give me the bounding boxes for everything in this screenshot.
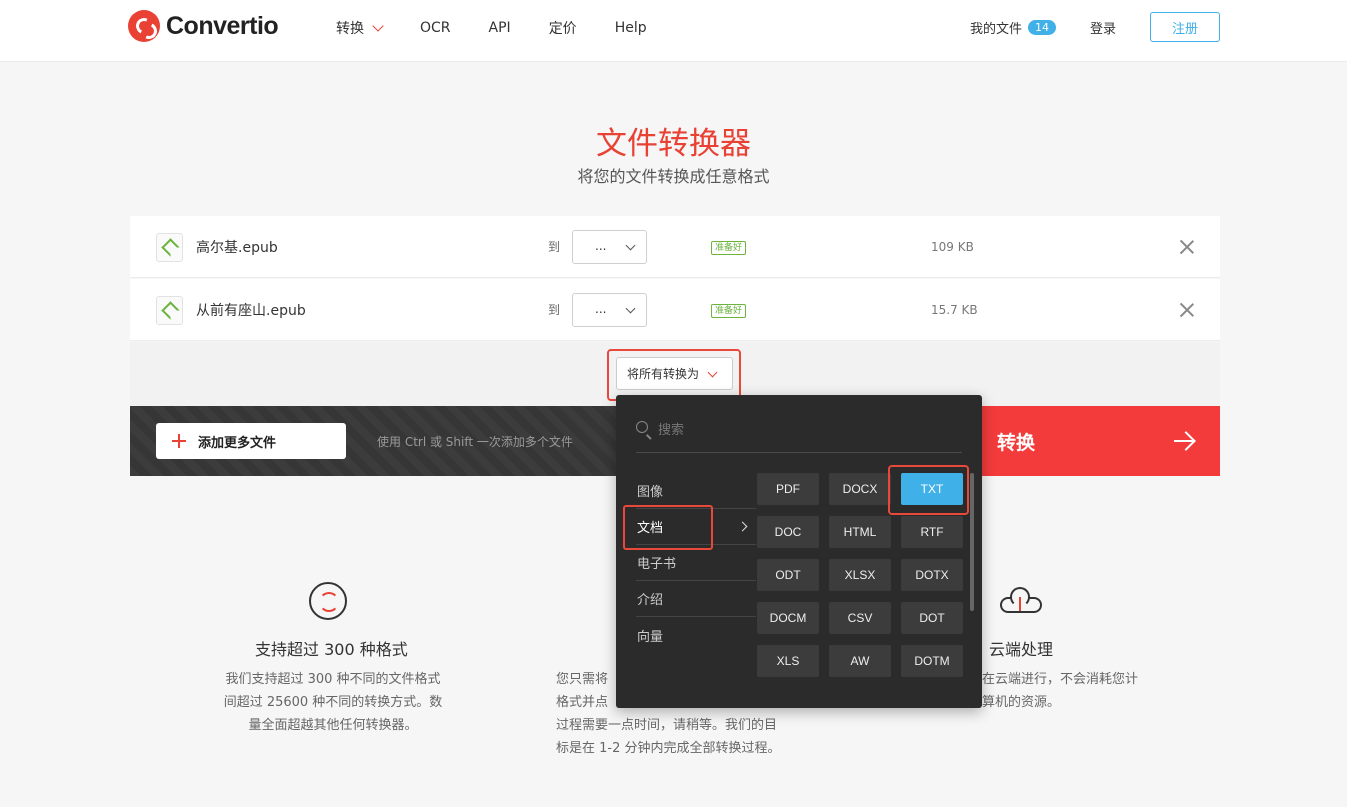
category-list: 图像 文档 电子书 介绍 向量 (636, 473, 756, 653)
status-badge: 准备好 (711, 241, 747, 255)
feature-text-cloud: 在云端进行，不会消耗您计 算机的资源。 (982, 668, 1152, 714)
nav-convert-label: 转换 (336, 21, 364, 37)
feature-line: 标是在 1-2 分钟内完成全部转换过程。 (556, 741, 781, 756)
nav-convert[interactable]: 转换 (336, 18, 384, 38)
cloud-upload-icon (1000, 587, 1042, 615)
my-files-link[interactable]: 我的文件 14 (970, 18, 1056, 37)
category-label: 图像 (637, 485, 664, 500)
convertio-logo-icon (128, 10, 160, 42)
format-option-xls[interactable]: XLS (757, 645, 819, 677)
remove-file-close-icon[interactable] (1178, 238, 1196, 256)
category-image[interactable]: 图像 (636, 473, 756, 509)
chevron-right-icon (737, 521, 748, 532)
highlight-box-convert-all (607, 349, 741, 401)
login-link[interactable]: 登录 (1090, 18, 1116, 37)
plus-icon (172, 434, 186, 448)
chevron-down-icon (372, 20, 384, 32)
format-option-rtf[interactable]: RTF (901, 516, 963, 548)
search-placeholder: 搜索 (658, 423, 685, 438)
format-option-dot[interactable]: DOT (901, 602, 963, 634)
format-option-docx[interactable]: DOCX (829, 473, 891, 505)
feature-line: 在云端进行，不会消耗您计 (982, 672, 1139, 687)
feature-line: 量全面超越其他任何转换器。 (248, 718, 418, 733)
page-subtitle: 将您的文件转换成任意格式 (577, 167, 770, 186)
cloud-arrow (1019, 597, 1021, 611)
format-option-xlsx[interactable]: XLSX (829, 559, 891, 591)
category-ebook[interactable]: 电子书 (636, 545, 756, 581)
nav-help[interactable]: Help (615, 18, 647, 38)
nav-help-label: Help (614, 20, 647, 36)
category-presentation[interactable]: 介绍 (636, 581, 756, 617)
file-size: 15.7 KB (931, 303, 978, 317)
format-option-pdf[interactable]: PDF (757, 473, 819, 505)
format-option-odt[interactable]: ODT (757, 559, 819, 591)
search-icon (636, 421, 648, 433)
file-name: 从前有座山.epub (196, 303, 306, 319)
format-dropdown: 搜索 图像 文档 电子书 介绍 向量 PDF DOCX TXT DOC HTML… (616, 395, 982, 708)
epub-file-icon (156, 233, 183, 262)
format-search-input[interactable]: 搜索 (636, 417, 962, 453)
logo-text: Convertio (166, 11, 279, 40)
feature-text-formats: 我们支持超过 300 种不同的文件格式 间超过 25600 种不同的转换方式。数… (213, 668, 453, 737)
feature-title-cloud: 云端处理 (989, 640, 1054, 659)
page-title: 文件转换器 (596, 126, 751, 162)
to-label: 到 (548, 303, 561, 317)
refresh-formats-icon (309, 582, 347, 620)
format-option-csv[interactable]: CSV (829, 602, 891, 634)
format-option-html[interactable]: HTML (829, 516, 891, 548)
convert-button[interactable]: 转换 (982, 406, 1220, 476)
my-files-count-badge: 14 (1027, 19, 1056, 35)
to-label: 到 (548, 240, 561, 254)
feature-line: 过程需要一点时间，请稍等。我们的目 (556, 718, 778, 733)
file-name: 高尔基.epub (196, 240, 278, 256)
convert-button-label: 转换 (997, 431, 1036, 454)
file-row: 高尔基.epub 到 ... 准备好 109 KB (130, 216, 1220, 278)
feature-line: 我们支持超过 300 种不同的文件格式 (225, 672, 441, 687)
chevron-down-icon (625, 240, 636, 251)
header-right: 我的文件 14 登录 注册 (970, 12, 1220, 42)
highlight-box-txt-format (888, 465, 969, 515)
category-label: 电子书 (637, 557, 677, 572)
selected-format-value: ... (595, 302, 607, 316)
epub-file-icon (156, 296, 183, 325)
top-header: Convertio 转换 OCR API 定价 Help 我的文件 14 登录 … (0, 0, 1347, 62)
remove-file-close-icon[interactable] (1178, 301, 1196, 319)
format-option-doc[interactable]: DOC (757, 516, 819, 548)
add-more-files-button[interactable]: 添加更多文件 (156, 423, 346, 459)
feature-line: 间超过 25600 种不同的转换方式。数 (223, 695, 443, 710)
add-files-hint: 使用 Ctrl 或 Shift 一次添加多个文件 (377, 435, 573, 449)
format-option-dotx[interactable]: DOTX (901, 559, 963, 591)
nav-api[interactable]: API (489, 18, 511, 38)
feature-line: 算机的资源。 (982, 695, 1061, 710)
category-label: 介绍 (637, 593, 664, 608)
format-option-docm[interactable]: DOCM (757, 602, 819, 634)
add-more-files-label: 添加更多文件 (198, 435, 277, 451)
main-nav: 转换 OCR API 定价 Help (336, 18, 647, 38)
signup-button[interactable]: 注册 (1150, 12, 1220, 42)
my-files-label: 我的文件 (969, 21, 1022, 37)
highlight-box-document-category (623, 505, 713, 550)
format-option-dotm[interactable]: DOTM (901, 645, 963, 677)
format-list-scrollbar[interactable] (970, 473, 974, 611)
nav-ocr-label: OCR (420, 20, 451, 36)
file-row: 从前有座山.epub 到 ... 准备好 15.7 KB (130, 279, 1220, 341)
arrow-right-icon (1174, 432, 1194, 450)
convertio-logo[interactable]: Convertio (128, 10, 279, 42)
category-label: 向量 (637, 629, 664, 645)
status-badge: 准备好 (711, 304, 747, 318)
selected-format-value: ... (595, 239, 607, 253)
target-format-select[interactable]: ... (572, 293, 647, 327)
target-format-select[interactable]: ... (572, 230, 647, 264)
nav-ocr[interactable]: OCR (420, 18, 451, 38)
category-vector[interactable]: 向量 (636, 617, 756, 653)
file-size: 109 KB (931, 240, 974, 254)
nav-pricing-label: 定价 (548, 21, 577, 37)
nav-pricing[interactable]: 定价 (549, 18, 577, 38)
chevron-down-icon (625, 303, 636, 314)
feature-title-formats: 支持超过 300 种格式 (255, 640, 408, 659)
nav-api-label: API (488, 20, 511, 36)
format-option-aw[interactable]: AW (829, 645, 891, 677)
